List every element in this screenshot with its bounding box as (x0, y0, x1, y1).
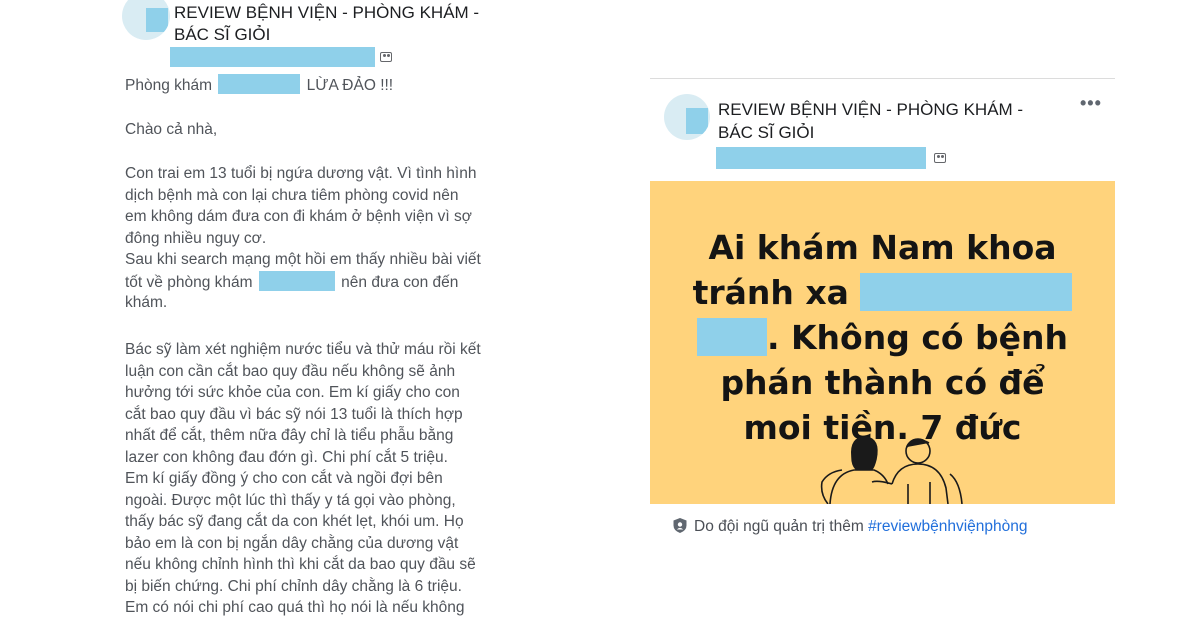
group-name-line2: BÁC SĨ GIỎI (174, 25, 271, 44)
group-name-line1: REVIEW BỆNH VIỆN - PHÒNG KHÁM - (174, 3, 480, 22)
redacted-clinic-name (258, 270, 335, 291)
group-name[interactable]: REVIEW BỆNH VIỆN - PHÒNG KHÁM - BÁC SĨ G… (718, 98, 1068, 144)
title-prefix: Phòng khám (125, 77, 213, 94)
post-footer: Do đội ngũ quản trị thêm #reviewbệnhviện… (672, 516, 1102, 538)
headline-line1: Ai khám Nam khoa (708, 228, 1057, 267)
title-suffix: LỪA ĐẢO !!! (306, 77, 394, 94)
redacted-author-name (716, 147, 926, 169)
paragraph-2: Bác sỹ làm xét nghiệm nước tiểu và thử m… (125, 341, 481, 616)
post-title: Phòng khám LỪA ĐẢO !!! (125, 74, 525, 96)
redacted-clinic-name (860, 273, 1073, 311)
headline-line4: phán thành có để (720, 363, 1045, 402)
more-options-icon[interactable]: ••• (1080, 93, 1102, 114)
redacted-clinic-name (696, 318, 767, 356)
shield-icon (673, 518, 687, 533)
redaction-block (146, 8, 168, 32)
group-name[interactable]: REVIEW BỆNH VIỆN - PHÒNG KHÁM - BÁC SĨ G… (174, 2, 504, 46)
redaction-block (686, 108, 708, 134)
headline-line2: tránh xa (650, 270, 1115, 315)
redacted-clinic-name (218, 74, 301, 94)
group-avatar[interactable] (122, 0, 170, 40)
hashtag-link[interactable]: #reviewbệnhviệnphòng (868, 518, 1027, 535)
greeting: Chào cả nhà, (125, 121, 218, 138)
paragraph-1: Con trai em 13 tuổi bị ngứa dương vật. V… (125, 165, 481, 311)
image-headline: Ai khám Nam khoa tránh xa . Không có bện… (650, 225, 1115, 450)
post-image[interactable]: Ai khám Nam khoa tránh xa . Không có bện… (650, 181, 1115, 504)
redacted-author-name (170, 47, 375, 67)
group-icon (380, 52, 392, 62)
group-avatar[interactable] (664, 94, 710, 140)
group-name-line2: BÁC SĨ GIỎI (718, 123, 815, 142)
couple-illustration (820, 436, 963, 504)
admin-note: Do đội ngũ quản trị thêm (694, 518, 864, 535)
headline-line3: . Không có bệnh (650, 315, 1115, 360)
group-name-line1: REVIEW BỆNH VIỆN - PHÒNG KHÁM - (718, 100, 1024, 119)
group-icon (934, 153, 946, 163)
